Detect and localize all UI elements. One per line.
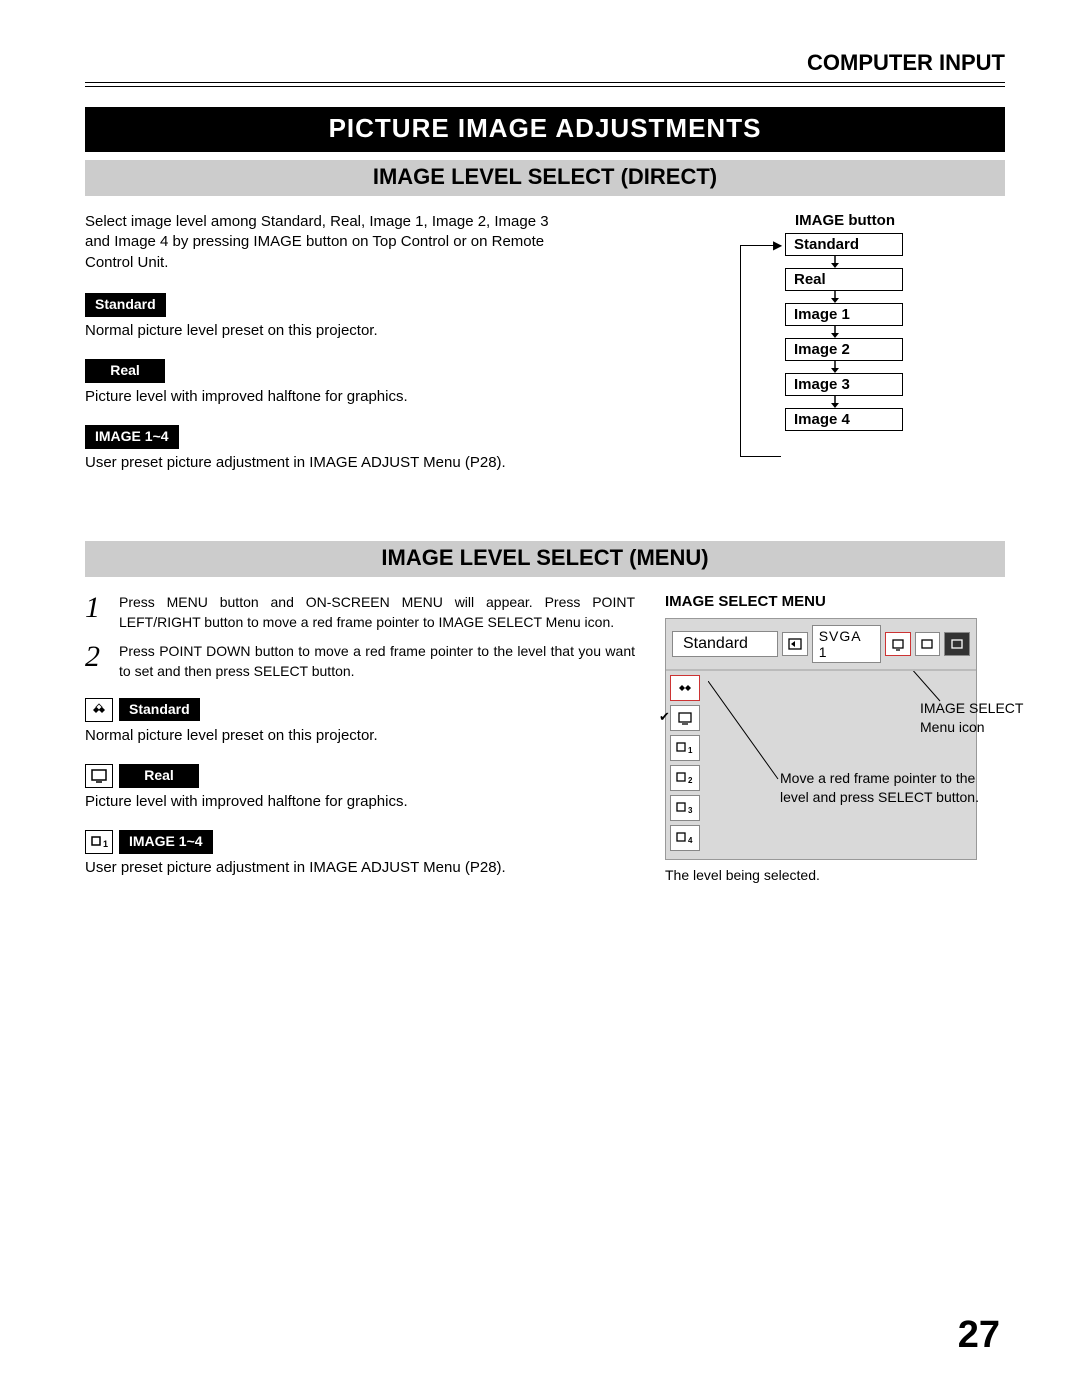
flow-loop-line [740, 245, 781, 457]
input-icon [782, 632, 808, 656]
chip-image14-2: IMAGE 1~4 [119, 830, 213, 854]
flow-diagram: ▶ Standard Real Image 1 Image 2 Image 3 … [745, 233, 935, 431]
menu-left: 1 Press MENU button and ON-SCREEN MENU w… [85, 593, 635, 896]
chip-standard-2: Standard [119, 698, 200, 722]
step-row: 2 Press POINT DOWN button to move a red … [85, 642, 635, 681]
chip-real-2: Real [119, 764, 199, 788]
chip-real: Real [85, 359, 165, 383]
svg-text:1: 1 [688, 746, 693, 755]
down-arrow-icon [785, 361, 885, 373]
chip-row: Real [85, 764, 635, 788]
down-arrow-icon [785, 396, 885, 408]
monitor-icon [85, 764, 113, 788]
flow-box: Image 1 [785, 303, 903, 326]
panel-caption: The level being selected. [665, 866, 1005, 885]
step-text: Press POINT DOWN button to move a red fr… [119, 642, 635, 681]
side-preset-1-icon: 1 [670, 735, 700, 761]
header-section: COMPUTER INPUT [85, 50, 1005, 76]
svg-text:4: 4 [688, 836, 693, 845]
direct-right: IMAGE button ▶ Standard Real Image 1 Ima… [685, 212, 1005, 491]
screen-icon [944, 632, 970, 656]
osd-menu: Standard SVGA 1 [665, 618, 977, 860]
step-number: 1 [85, 593, 105, 623]
desc-real: Picture level with improved halftone for… [85, 387, 655, 407]
diamonds-icon [85, 698, 113, 722]
direct-intro: Select image level among Standard, Real,… [85, 212, 555, 273]
direct-section: Select image level among Standard, Real,… [85, 212, 1005, 491]
side-diamonds-icon [670, 675, 700, 701]
down-arrow-icon [785, 256, 885, 268]
callout-pointer: Move a red frame pointer to the level an… [780, 769, 990, 807]
direct-heading: IMAGE LEVEL SELECT (DIRECT) [85, 160, 1005, 196]
step-number: 2 [85, 642, 105, 672]
menu-heading: IMAGE LEVEL SELECT (MENU) [85, 541, 1005, 577]
page-number: 27 [958, 1314, 1000, 1357]
down-arrow-icon [785, 291, 885, 303]
side-preset-3-icon: 3 [670, 795, 700, 821]
preset-1-icon: 1 [85, 830, 113, 854]
desc-image14: User preset picture adjustment in IMAGE … [85, 453, 655, 473]
double-rule [85, 82, 1005, 87]
desc-real-2: Picture level with improved halftone for… [85, 792, 635, 812]
menu-right: IMAGE SELECT MENU Standard SVGA 1 [665, 593, 1005, 896]
panel-title: IMAGE SELECT MENU [665, 593, 1005, 610]
side-monitor-icon: ✔ [670, 705, 700, 731]
page-title: PICTURE IMAGE ADJUSTMENTS [85, 107, 1005, 152]
flow-box: Image 3 [785, 373, 903, 396]
direct-left: Select image level among Standard, Real,… [85, 212, 655, 491]
adjust-icon [915, 632, 941, 656]
osd-top-bar: Standard SVGA 1 [666, 619, 976, 671]
osd-side: ✔ 1 2 3 4 [666, 671, 710, 859]
flow-box: Image 2 [785, 338, 903, 361]
flow-box: Real [785, 268, 903, 291]
side-preset-2-icon: 2 [670, 765, 700, 791]
chip-row: Standard [85, 698, 635, 722]
menu-section: 1 Press MENU button and ON-SCREEN MENU w… [85, 593, 1005, 896]
chip-image14: IMAGE 1~4 [85, 425, 179, 449]
page: COMPUTER INPUT PICTURE IMAGE ADJUSTMENTS… [0, 0, 1080, 1397]
chip-standard: Standard [85, 293, 166, 317]
flow-box: Standard [785, 233, 903, 256]
svg-text:1: 1 [103, 839, 108, 849]
flow-title: IMAGE button [685, 212, 1005, 229]
desc-standard-2: Normal picture level preset on this proj… [85, 726, 635, 746]
checkmark-icon: ✔ [659, 709, 670, 725]
down-arrow-icon [785, 326, 885, 338]
step-row: 1 Press MENU button and ON-SCREEN MENU w… [85, 593, 635, 632]
svg-text:2: 2 [688, 776, 693, 785]
image-select-icon [885, 632, 911, 656]
step-text: Press MENU button and ON-SCREEN MENU wil… [119, 593, 635, 632]
flow-loop-arrow: ▶ [773, 238, 782, 252]
osd-current: Standard [672, 631, 778, 657]
chip-row: 1 IMAGE 1~4 [85, 830, 635, 854]
side-preset-4-icon: 4 [670, 825, 700, 851]
desc-image14-2: User preset picture adjustment in IMAGE … [85, 858, 635, 878]
osd-mode: SVGA 1 [812, 625, 881, 663]
flow-box: Image 4 [785, 408, 903, 431]
svg-text:3: 3 [688, 806, 693, 815]
desc-standard: Normal picture level preset on this proj… [85, 321, 655, 341]
